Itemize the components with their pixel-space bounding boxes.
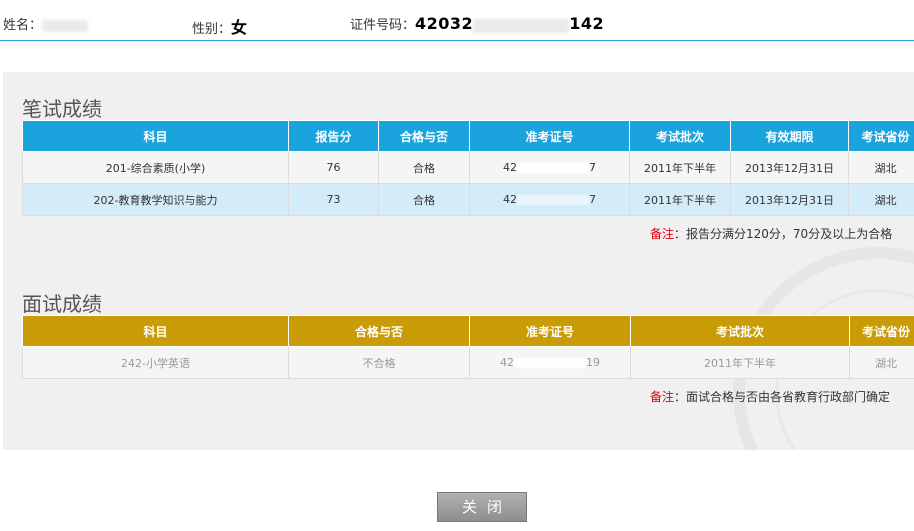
id-number-label: 证件号码： (350, 18, 416, 33)
pass-cell: 合格 (378, 183, 470, 216)
score-report-page: 姓名： 性别：女 证件号码：42032 142 笔试成绩 科目 报告分 合格与否… (0, 0, 914, 531)
note-text: ：报告分满分120分，70分及以上为合格 (674, 227, 893, 241)
written-score-table: 科目 报告分 合格与否 准考证号 考试批次 有效期限 考试省份 201-综合素质… (22, 120, 914, 216)
subject-cell: 242-小学英语 (22, 346, 289, 379)
column-header: 考试批次 (629, 120, 731, 152)
table-row: 201-综合素质(小学) 76 合格 42 7 2011年下半年 2013年12月… (22, 151, 914, 184)
table-row: 242-小学英语 不合格 42 19 2011年下半年 湖北 (22, 346, 914, 379)
ticket-prefix: 42 (500, 356, 514, 369)
name-field: 姓名： (3, 14, 89, 33)
column-header: 考试省份 (848, 120, 914, 152)
batch-cell: 2011年下半年 (629, 151, 731, 184)
column-header: 报告分 (288, 120, 379, 152)
column-header: 考试批次 (630, 315, 850, 347)
ticket-suffix: 7 (589, 161, 596, 174)
column-header: 考试省份 (849, 315, 914, 347)
valid-until-cell: 2013年12月31日 (730, 151, 849, 184)
gender-label: 性别： (192, 22, 232, 37)
batch-cell: 2011年下半年 (629, 183, 731, 216)
note-label: 备注 (650, 227, 675, 241)
results-panel: 笔试成绩 科目 报告分 合格与否 准考证号 考试批次 有效期限 考试省份 201… (3, 72, 914, 450)
score-cell: 73 (288, 183, 379, 216)
close-button[interactable]: 关闭 (437, 492, 527, 522)
column-header: 有效期限 (730, 120, 849, 152)
ticket-cell: 42 19 (469, 346, 631, 379)
id-number-prefix: 42032 (415, 14, 474, 33)
gender-field: 性别：女 (192, 14, 247, 38)
id-number-field: 证件号码：42032 142 (350, 14, 604, 33)
ticket-redaction (517, 195, 589, 205)
pass-cell: 合格 (378, 151, 470, 184)
note-text: ：面试合格与否由各省教育行政部门确定 (674, 390, 891, 404)
province-cell: 湖北 (848, 183, 914, 216)
name-redaction (42, 19, 89, 32)
province-cell: 湖北 (849, 346, 914, 379)
ticket-suffix: 7 (589, 193, 596, 206)
pass-cell: 不合格 (288, 346, 470, 379)
note-label: 备注 (650, 390, 675, 404)
ticket-prefix: 42 (503, 193, 517, 206)
valid-until-cell: 2013年12月31日 (730, 183, 849, 216)
batch-cell: 2011年下半年 (630, 346, 850, 379)
ticket-redaction (517, 163, 589, 173)
score-cell: 76 (288, 151, 379, 184)
ticket-cell: 42 7 (469, 151, 630, 184)
province-cell: 湖北 (848, 151, 914, 184)
column-header: 合格与否 (378, 120, 470, 152)
gender-value: 女 (231, 18, 248, 37)
table-row: 202-教育教学知识与能力 73 合格 42 7 2011年下半年 2013年12… (22, 183, 914, 216)
column-header: 科目 (22, 315, 289, 347)
subject-cell: 201-综合素质(小学) (22, 151, 289, 184)
name-label: 姓名： (3, 18, 43, 33)
id-number-suffix: 142 (569, 14, 605, 33)
column-header: 准考证号 (469, 315, 631, 347)
ticket-prefix: 42 (503, 161, 517, 174)
written-section-title: 笔试成绩 (22, 97, 102, 121)
written-note: 备注：报告分满分120分，70分及以上为合格 (650, 225, 914, 242)
column-header: 准考证号 (469, 120, 630, 152)
subject-cell: 202-教育教学知识与能力 (22, 183, 289, 216)
column-header: 科目 (22, 120, 289, 152)
ticket-redaction (514, 358, 586, 368)
interview-header-row: 科目 合格与否 准考证号 考试批次 考试省份 (22, 315, 914, 347)
candidate-info-header: 姓名： 性别：女 证件号码：42032 142 (0, 0, 914, 41)
interview-note: 备注：面试合格与否由各省教育行政部门确定 (650, 388, 914, 405)
id-number-redaction (473, 18, 570, 33)
ticket-suffix: 19 (586, 356, 600, 369)
column-header: 合格与否 (288, 315, 470, 347)
interview-section-title: 面试成绩 (22, 292, 102, 316)
written-header-row: 科目 报告分 合格与否 准考证号 考试批次 有效期限 考试省份 (22, 120, 914, 152)
interview-score-table: 科目 合格与否 准考证号 考试批次 考试省份 242-小学英语 不合格 42 19… (22, 315, 914, 379)
ticket-cell: 42 7 (469, 183, 630, 216)
